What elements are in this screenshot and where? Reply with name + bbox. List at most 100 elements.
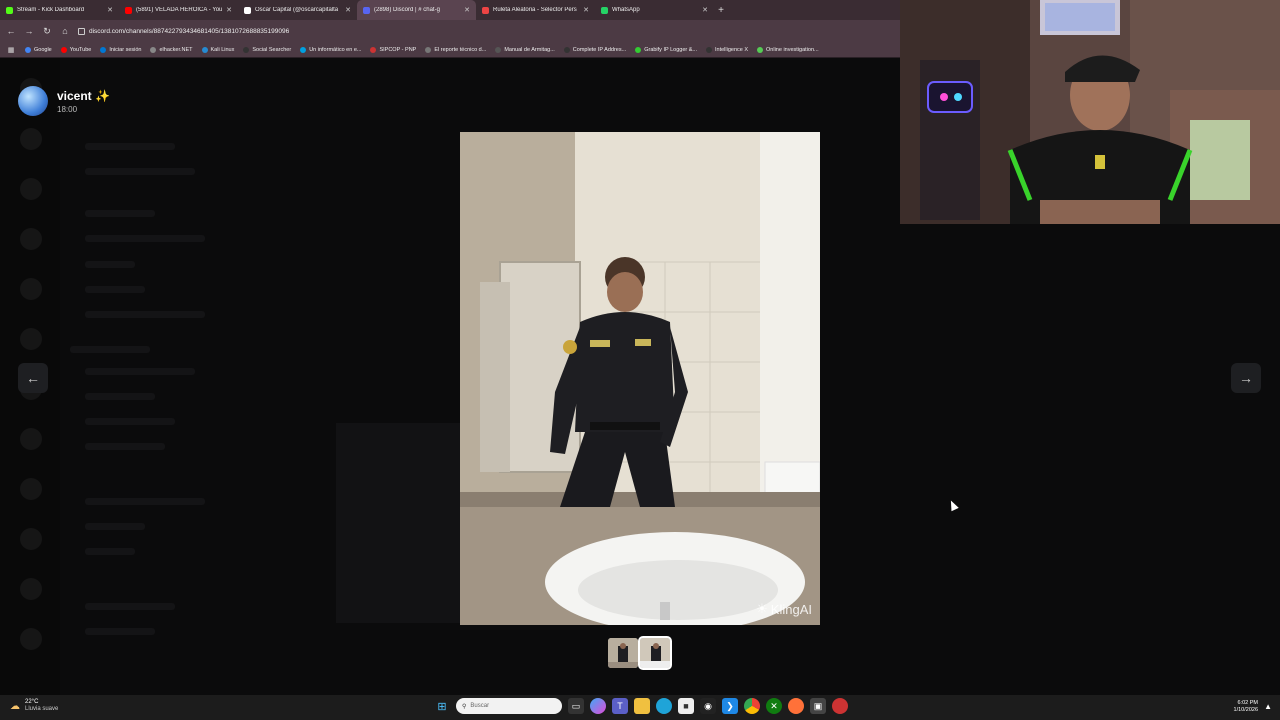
reload-icon[interactable]: ↻ [42,26,52,37]
bookmark-item[interactable]: YouTube [60,46,92,53]
bookmark-favicon-icon [757,46,764,53]
bookmark-item[interactable]: Un informático en e... [300,46,362,53]
taskbar-search[interactable]: ⚲ Buscar [456,698,562,714]
bookmark-item[interactable]: Grabify IP Logger &... [635,46,697,53]
author-name[interactable]: vicent ✨ [57,89,110,103]
bookmark-favicon-icon [300,46,307,53]
bookmark-favicon-icon [243,46,250,53]
bathroom-photo [460,132,820,625]
app-icon[interactable]: ▣ [810,698,826,714]
server-icon [20,428,42,450]
bookmark-item[interactable]: Social Searcher [243,46,291,53]
weather-widget[interactable]: ☁ 22°C Lluvia suave [10,699,58,713]
bookmark-label: Un informático en e... [309,46,362,53]
url-text: discord.com/channels/887422793434681405/… [89,27,290,35]
copilot-icon[interactable] [590,698,606,714]
bookmark-item[interactable]: Complete IP Addres... [563,46,626,53]
notification-icon[interactable]: ▲ [1264,702,1272,711]
thumbnail-selected[interactable] [638,636,672,670]
channel-placeholder [85,628,155,635]
apps-grid-icon[interactable]: ▦ [6,46,16,54]
bookmark-item[interactable]: Google [25,46,52,53]
close-tab-icon[interactable]: ✕ [226,6,232,14]
bookmark-favicon-icon [25,46,31,53]
watermark-logo-icon: ☀ [756,601,768,616]
bookmark-label: YouTube [69,46,92,53]
xbox-icon[interactable]: ✕ [766,698,782,714]
tab-0[interactable]: Stream - Kick Dashboard ✕ [0,0,119,20]
channel-placeholder [85,168,195,175]
watermark-text: KlingAI [770,601,812,617]
tab-title: (2898) Discord | # chat-g [374,7,440,13]
bookmark-label: El reporte técnico d... [434,46,487,53]
channel-placeholder [85,261,135,268]
store-icon[interactable]: ■ [678,698,694,714]
tab-favicon-icon [125,6,132,14]
vscode-icon[interactable]: ❯ [722,698,738,714]
thumbnail[interactable] [608,638,638,668]
teams-icon[interactable]: T [612,698,628,714]
site-info-icon[interactable] [78,27,85,35]
previous-button[interactable]: ← [18,363,48,393]
bookmark-item[interactable]: elhacker.NET [150,46,193,53]
bookmark-item[interactable]: Online investigation... [757,46,819,53]
next-button[interactable]: → [1231,363,1261,393]
bookmark-label: Online investigation... [766,46,819,53]
bookmark-item[interactable]: Intelligence X [706,46,749,53]
edge-icon[interactable] [656,698,672,714]
bookmark-favicon-icon [100,46,107,53]
bookmark-item[interactable]: El reporte técnico d... [425,46,487,53]
tab-2[interactable]: Oscar Capital (@oscarcapitalta ✕ [238,0,357,20]
clock[interactable]: 6:02 PM 1/10/2026 [1234,700,1258,714]
bookmark-label: Intelligence X [715,46,749,53]
bookmark-favicon-icon [60,46,67,53]
close-tab-icon[interactable]: ✕ [345,6,351,14]
home-icon[interactable]: ⌂ [60,26,70,36]
bookmark-item[interactable]: SIPCOP - PNP [370,46,416,53]
bookmark-item[interactable]: Kali Linux [201,46,234,53]
tab-title: Ruleta Aleatoria - Selector Pers [493,7,577,13]
channel-placeholder [85,548,135,555]
start-icon[interactable]: ⊞ [434,698,450,714]
app-icon[interactable] [832,698,848,714]
file-explorer-icon[interactable] [634,698,650,714]
search-icon: ⚲ [462,703,467,710]
forward-icon[interactable]: → [24,26,34,36]
clock-date: 1/10/2026 [1233,707,1258,713]
server-icon [20,628,42,650]
media-author: vicent ✨ 18:00 [18,86,110,116]
close-tab-icon[interactable]: ✕ [583,6,589,14]
close-tab-icon[interactable]: ✕ [702,6,708,14]
task-view-icon[interactable]: ▭ [568,698,584,714]
chrome-icon[interactable] [744,698,760,714]
media-image[interactable]: ☀ KlingAI [460,132,820,625]
tab-1[interactable]: (5891) VELADA HEROICA - YouT ✕ [119,0,238,20]
bookmark-item[interactable]: Iniciar sesión [100,46,141,53]
channel-placeholder [85,235,205,242]
webcam-feed [900,0,1280,224]
tab-4[interactable]: Ruleta Aleatoria - Selector Pers ✕ [476,0,595,20]
tab-favicon-icon [363,6,370,14]
arrow-right-icon: → [1239,370,1253,386]
tab-favicon-icon [601,6,608,14]
firefox-icon[interactable] [788,698,804,714]
channel-placeholder [85,603,175,610]
bookmark-favicon-icon [563,46,570,53]
clock-time: 6:02 PM [1237,700,1258,706]
thumbnail-image [608,638,638,668]
back-icon[interactable]: ← [6,26,16,36]
new-tab-button[interactable]: + [714,0,728,20]
weather-condition: Lluvia suave [25,706,59,712]
close-tab-icon[interactable]: ✕ [464,6,470,14]
tab-3[interactable]: (2898) Discord | # chat-g ✕ [357,0,476,20]
avatar[interactable] [18,86,48,116]
arrow-left-icon: ← [26,370,40,386]
search-placeholder: Buscar [470,703,490,709]
url-field[interactable]: discord.com/channels/887422793434681405/… [78,27,894,35]
close-tab-icon[interactable]: ✕ [107,6,113,14]
channel-placeholder [85,210,155,217]
bookmark-item[interactable]: Manual de Armitag... [495,46,555,53]
tab-bar: Stream - Kick Dashboard ✕ (5891) VELADA HE… [0,0,900,20]
tab-5[interactable]: WhatsApp ✕ [595,0,714,20]
app-icon[interactable]: ◉ [700,698,716,714]
